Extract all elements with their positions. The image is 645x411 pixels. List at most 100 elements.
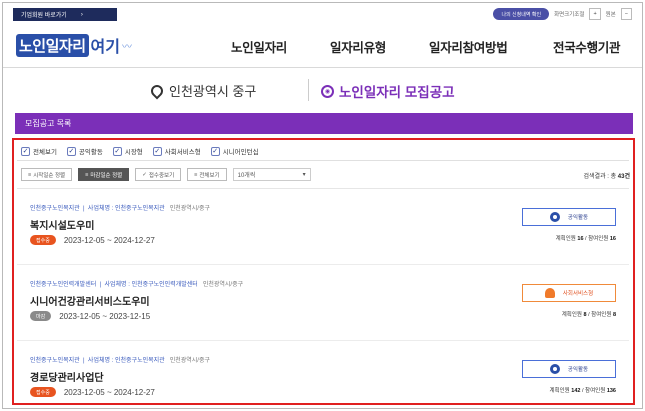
filter-label: 전체보기 (33, 149, 57, 156)
status-badge: 접수중 (30, 235, 56, 245)
joined-label: / 참여인원 (583, 236, 610, 242)
filter-social-service[interactable]: ✓ 사회서비스형 (152, 146, 201, 156)
sort-by-start-button[interactable]: ≡ 시작일순 정렬 (21, 168, 73, 181)
checkbox-checked-icon[interactable]: ✓ (152, 146, 162, 156)
checkbox-checked-icon[interactable]: ✓ (66, 146, 76, 156)
show-all-button[interactable]: ≡ 전체보기 (187, 168, 227, 181)
social-service-icon (544, 288, 555, 298)
list-banner-label: 모집공고 목록 (25, 119, 72, 128)
job-type-label: 사회서비스형 (562, 291, 594, 297)
job-type-badge: 공익활동 (522, 208, 616, 226)
checkbox-checked-icon[interactable]: ✓ (210, 146, 220, 156)
headcount: 계획인원 142 / 참여인원 136 (549, 386, 616, 394)
card-title[interactable]: 시니어건강관리서비스도우미 (30, 293, 150, 308)
site-logo[interactable]: 노인일자리 여기 〰 (16, 33, 132, 57)
card-title[interactable]: 경로당관리사업단 (30, 369, 104, 384)
filter-label: 시니어인턴십 (222, 149, 259, 156)
date-range: 2023-12-05 ~ 2024-12-27 (63, 235, 155, 245)
zoom-out-button[interactable]: − (620, 8, 632, 20)
page-size-value: 10개씩 (237, 173, 256, 179)
joined-label: / 참여인원 (580, 388, 607, 394)
logo-text-sub: 여기 (90, 39, 120, 56)
page-size-select[interactable]: 10개씩 ▾ (232, 168, 311, 181)
filter-label: 공익활동 (78, 149, 103, 156)
corporate-member-label: 기업회원 바로가기 (21, 13, 67, 19)
status-badge: 마감 (30, 311, 52, 321)
card-region: 인천광역시/중구 (169, 206, 211, 212)
nav-item-agencies[interactable]: 전국수행기관 (553, 37, 621, 56)
joined-value: 136 (606, 388, 616, 394)
logo-wave-icon: 〰 (121, 41, 132, 53)
filter-market[interactable]: ✓ 시장형 (112, 146, 143, 156)
corporate-member-link[interactable]: 기업회원 바로가기 › (13, 8, 117, 21)
nav-item-job-types[interactable]: 일자리유형 (330, 37, 386, 56)
check-icon: ✓ (142, 171, 147, 178)
font-size-label: 화면크기조절 (554, 12, 585, 18)
filter-all[interactable]: ✓ 전체보기 (21, 146, 57, 156)
filter-public-service[interactable]: ✓ 공익활동 (66, 146, 103, 156)
public-service-icon (549, 364, 560, 374)
joined-label: / 참여인원 (586, 312, 613, 318)
checkbox-checked-icon[interactable]: ✓ (112, 146, 122, 156)
card-divider (17, 264, 629, 265)
list-item[interactable]: 인천중구노인복지관 | 사업체명 : 인천중구노인복지관 인천광역시/중구 경로… (17, 347, 629, 408)
list-icon: ≡ (28, 171, 32, 178)
nav-item-how-to-join[interactable]: 일자리참여방법 (429, 37, 508, 56)
filter-label: 시장형 (124, 149, 143, 156)
nav-item-senior-jobs[interactable]: 노인일자리 (231, 37, 287, 56)
my-applications-button[interactable]: 나의 신청내역 확인 (493, 8, 550, 20)
job-type-label: 공익활동 (567, 215, 589, 221)
status-badge: 접수중 (30, 387, 56, 397)
filter-divider (17, 160, 629, 161)
card-divider (17, 340, 629, 341)
list-item[interactable]: 인천중구노인복지관 | 사업체명 : 인천중구노인복지관 인천광역시/중구 복지… (17, 195, 629, 261)
result-count: 검색결과 : 총 43건 (584, 171, 630, 180)
page-frame: 기업회원 바로가기 › 나의 신청내역 확인 화면크기조절 + 원본 − 노인일… (2, 2, 643, 409)
region-selector[interactable]: 인천광역시 중구 (148, 81, 256, 100)
sort-by-deadline-button[interactable]: ≡ 마감일순 정렬 (78, 168, 130, 181)
org-name: 사업체명 : 인천중구노인인력개발센터 (104, 282, 198, 288)
location-pin-icon (148, 82, 166, 99)
zoom-reset-button[interactable]: 원본 (606, 10, 616, 18)
utility-controls: 나의 신청내역 확인 화면크기조절 + 원본 − (493, 8, 632, 20)
card-meta: 인천중구노인인력개발센터 | 사업체명 : 인천중구노인인력개발센터 인천광역시… (30, 282, 244, 288)
card-period: 접수중 2023-12-05 ~ 2024-12-27 (30, 387, 155, 397)
list-item[interactable]: 인천중구노인인력개발센터 | 사업체명 : 인천중구노인인력개발센터 인천광역시… (17, 271, 629, 337)
public-service-icon (549, 212, 560, 222)
job-type-label: 공익활동 (567, 367, 589, 373)
show-open-only-button[interactable]: ✓ 접수중보기 (135, 168, 182, 181)
checkbox-checked-icon[interactable]: ✓ (21, 146, 30, 156)
sort-button-label: 시작일순 정렬 (33, 172, 66, 179)
org-name: 사업체명 : 인천중구노인복지관 (87, 358, 165, 364)
card-meta: 인천중구노인복지관 | 사업체명 : 인천중구노인복지관 인천광역시/중구 (30, 206, 211, 212)
result-count-value: 43건 (617, 174, 630, 180)
list-banner: 모집공고 목록 (15, 113, 633, 134)
header-divider (3, 67, 642, 68)
list-icon: ≡ (85, 171, 89, 178)
sort-button-label: 마감일순 정렬 (90, 172, 123, 179)
org-name: 사업체명 : 인천중구노인복지관 (87, 206, 165, 212)
card-region: 인천광역시/중구 (169, 358, 211, 364)
page-title-text: 노인일자리 모집공고 (339, 85, 455, 100)
joined-value: 8 (612, 312, 616, 318)
card-meta: 인천중구노인복지관 | 사업체명 : 인천중구노인복지관 인천광역시/중구 (30, 358, 211, 364)
agency-name: 인천중구노인복지관 (30, 358, 80, 364)
job-type-badge: 사회서비스형 (522, 284, 616, 302)
headcount: 계획인원 16 / 참여인원 16 (556, 234, 616, 242)
planned-label: 계획인원 (561, 312, 584, 318)
logo-text-main: 노인일자리 (16, 33, 89, 57)
headcount: 계획인원 8 / 참여인원 8 (562, 310, 616, 318)
planned-label: 계획인원 (549, 388, 572, 394)
date-range: 2023-12-05 ~ 2024-12-27 (63, 387, 155, 397)
card-region: 인천광역시/중구 (202, 282, 244, 288)
agency-name: 인천중구노인인력개발센터 (30, 282, 97, 288)
zoom-in-button[interactable]: + (589, 8, 601, 20)
filter-senior-internship[interactable]: ✓ 시니어인턴십 (210, 146, 259, 156)
title-divider (308, 79, 309, 101)
card-title[interactable]: 복지시설도우미 (30, 217, 94, 232)
joined-value: 16 (609, 236, 616, 242)
page-title: ◉ 노인일자리 모집공고 (321, 81, 455, 101)
utility-bar: 기업회원 바로가기 › 나의 신청내역 확인 화면크기조절 + 원본 − (3, 3, 642, 25)
result-count-label: 검색결과 : 총 (583, 174, 618, 180)
toolbar-divider (17, 188, 629, 189)
